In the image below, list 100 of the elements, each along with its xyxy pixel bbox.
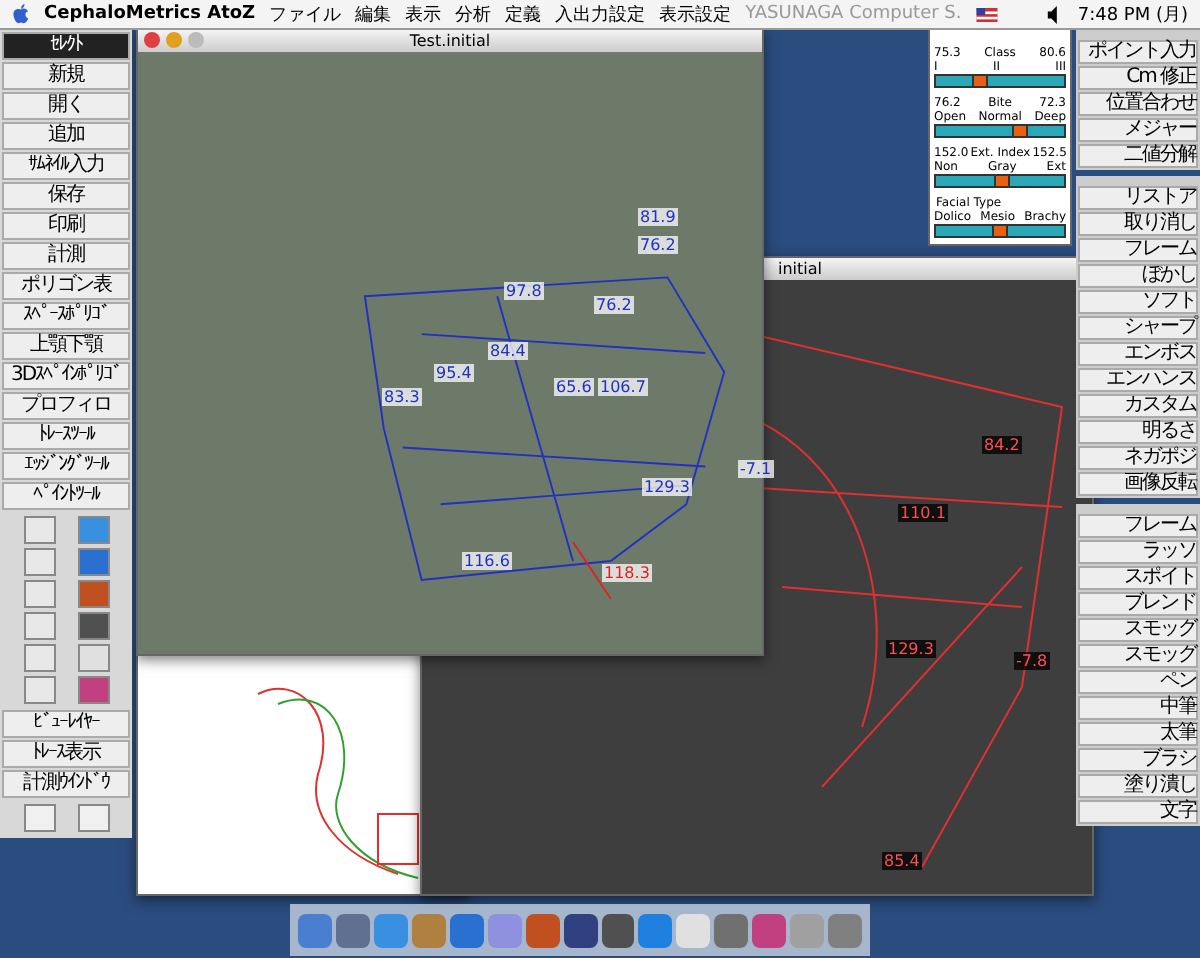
tool-icon[interactable]	[77, 644, 109, 672]
measurement-label: 76.2	[638, 236, 678, 254]
zoom-in-icon[interactable]	[23, 804, 55, 832]
measurement-label: -7.8	[1014, 652, 1050, 670]
tool-button[interactable]: 開く	[2, 92, 130, 120]
tool-button[interactable]: フレーム	[1078, 238, 1198, 262]
tool-icon[interactable]	[77, 516, 109, 544]
app-name[interactable]: CephaloMetrics AtoZ	[44, 4, 256, 24]
tool-button[interactable]: 位置合わせ	[1078, 92, 1198, 116]
tool-icon[interactable]	[77, 580, 109, 608]
window-title: initial	[778, 260, 822, 278]
tool-button[interactable]: ﾋﾞｭｰﾚｲﾔｰ	[2, 710, 130, 738]
menu-item[interactable]: 表示設定	[659, 1, 732, 27]
measurement-label: 118.3	[602, 564, 652, 582]
tool-button[interactable]: スポイト	[1078, 566, 1198, 590]
tool-button[interactable]: 中筆	[1078, 696, 1198, 720]
tool-button[interactable]: リストア	[1078, 186, 1198, 210]
measurement-label: 85.4	[882, 852, 922, 870]
tool-button[interactable]: ネガポジ	[1078, 446, 1198, 470]
tool-icon[interactable]	[23, 516, 55, 544]
menu-item[interactable]: 表示	[405, 1, 442, 27]
tool-button[interactable]: 明るさ	[1078, 420, 1198, 444]
tool-icon[interactable]	[23, 548, 55, 576]
tool-button[interactable]: Cm 修正	[1078, 66, 1198, 90]
measurement-label: 81.9	[638, 208, 678, 226]
measurement-label: 84.2	[982, 436, 1022, 454]
tool-button[interactable]: カスタム	[1078, 394, 1198, 418]
tool-button[interactable]: 塗り潰し	[1078, 774, 1198, 798]
zoom-out-icon[interactable]	[77, 804, 109, 832]
tool-button[interactable]: 印刷	[2, 212, 130, 240]
tool-button[interactable]: ﾄﾚｰｽﾂｰﾙ	[2, 422, 130, 450]
tool-icon[interactable]	[77, 612, 109, 640]
tool-button[interactable]: エンハンス	[1078, 368, 1198, 392]
close-icon[interactable]	[144, 32, 160, 48]
tool-button[interactable]: ｾﾚｸﾄ	[2, 32, 130, 60]
app-icon[interactable]	[752, 913, 787, 947]
tool-icon[interactable]	[77, 676, 109, 704]
tool-button[interactable]: メジャー	[1078, 118, 1198, 142]
menu-item[interactable]: ファイル	[269, 1, 342, 27]
clock[interactable]: 7:48 PM (月)	[1077, 1, 1188, 27]
tool-button[interactable]: 上顎下顎	[2, 332, 130, 360]
tool-button[interactable]: 画像反転	[1078, 472, 1198, 496]
tool-button[interactable]: ペン	[1078, 670, 1198, 694]
tool-icon[interactable]	[23, 580, 55, 608]
apple-icon[interactable]	[12, 3, 30, 25]
measurement-label: 65.6	[554, 378, 594, 396]
tool-button[interactable]: エンボス	[1078, 342, 1198, 366]
tool-button[interactable]: 文字	[1078, 800, 1198, 824]
tool-button[interactable]: ポイント入力	[1078, 40, 1198, 64]
tool-button[interactable]: ｻﾑﾈｲﾙ入力	[2, 152, 130, 180]
measurement-label: 106.7	[598, 378, 648, 396]
tool-button[interactable]: スモッグ	[1078, 644, 1198, 668]
tool-button[interactable]: ｴｯｼﾞﾝｸﾞﾂｰﾙ	[2, 452, 130, 480]
measurement-label: -7.1	[738, 460, 774, 478]
tool-button[interactable]: ﾄﾚｰｽ表示	[2, 740, 130, 768]
tool-icon[interactable]	[23, 644, 55, 672]
measurement-label: 95.4	[434, 364, 474, 382]
tool-button[interactable]: 計測	[2, 242, 130, 270]
app-icon[interactable]	[335, 913, 370, 947]
menu-item[interactable]: 編集	[355, 1, 392, 27]
flag-icon[interactable]	[975, 7, 998, 21]
tool-button[interactable]: 3Dｽﾍﾟｲﾝﾎﾟﾘｺﾞ	[2, 362, 130, 390]
window-title: Test.initial	[409, 32, 491, 50]
app-icon[interactable]	[449, 913, 484, 947]
tool-button[interactable]: ブレンド	[1078, 592, 1198, 616]
tool-icon[interactable]	[23, 612, 55, 640]
measurement-label: 76.2	[594, 296, 634, 314]
app-icon[interactable]	[601, 913, 635, 947]
tool-icon[interactable]	[77, 548, 109, 576]
tool-button[interactable]: ﾍﾟｲﾝﾄﾂｰﾙ	[2, 482, 130, 510]
measurement-label: 129.3	[886, 640, 936, 658]
tool-button[interactable]: 保存	[2, 182, 130, 210]
tool-button[interactable]: プロフィロ	[2, 392, 130, 420]
tool-button[interactable]: ブラシ	[1078, 748, 1198, 772]
tool-button[interactable]: スモッグ	[1078, 618, 1198, 642]
tool-button[interactable]: 取り消し	[1078, 212, 1198, 236]
menu-item[interactable]: 分析	[455, 1, 492, 27]
tool-button[interactable]: ポリゴン表	[2, 272, 130, 300]
minimize-icon[interactable]	[166, 32, 182, 48]
tool-button[interactable]: ｽﾍﾟｰｽﾎﾟﾘｺﾞ	[2, 302, 130, 330]
measurement-label: 116.6	[462, 552, 512, 570]
zoom-icon[interactable]	[188, 32, 204, 48]
tool-button[interactable]: フレーム	[1078, 514, 1198, 538]
tool-button[interactable]: ラッソ	[1078, 540, 1198, 564]
app-icon[interactable]	[563, 913, 597, 947]
tool-button[interactable]: 太筆	[1078, 722, 1198, 746]
app-icon[interactable]	[525, 913, 560, 947]
tool-button[interactable]: 追加	[2, 122, 130, 150]
tool-button[interactable]: シャープ	[1078, 316, 1198, 340]
measurement-label: 129.3	[642, 478, 692, 496]
tool-button[interactable]: 二値分解	[1078, 144, 1198, 168]
tool-button[interactable]: 新規	[2, 62, 130, 90]
tool-button[interactable]: 計測ｳｲﾝﾄﾞｳ	[2, 770, 130, 798]
tool-icon[interactable]	[23, 676, 55, 704]
app-icon[interactable]	[714, 913, 749, 947]
app-icon[interactable]	[638, 913, 673, 947]
menu-item[interactable]: 定義	[505, 1, 542, 27]
tool-button[interactable]: ぼかし	[1078, 264, 1198, 288]
menu-item[interactable]: 入出力設定	[555, 1, 646, 27]
tool-button[interactable]: ソフト	[1078, 290, 1198, 314]
